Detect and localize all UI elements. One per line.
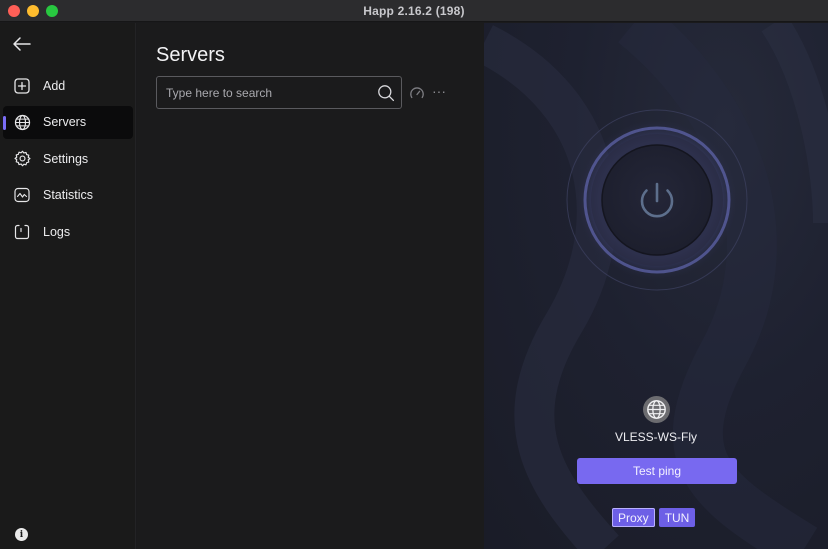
selected-server-name: VLESS-WS-Fly (614, 430, 697, 444)
sidebar-item-label: Settings (43, 151, 89, 166)
connection-panel: VLESS-WS-Fly Test ping Proxy TUN (484, 23, 828, 549)
sidebar-item-servers[interactable]: Servers (3, 105, 133, 139)
globe-icon (13, 113, 31, 131)
minimize-window-button[interactable] (27, 5, 39, 17)
sidebar-item-label: Statistics (43, 188, 94, 202)
sidebar-nav: Add Servers Settings Statistics Logs (3, 69, 133, 252)
power-button[interactable] (565, 108, 749, 292)
window-controls (8, 5, 58, 17)
tun-mode-button[interactable]: TUN (658, 508, 696, 527)
arrow-left-icon (13, 37, 31, 51)
sidebar-item-statistics[interactable]: Statistics (3, 179, 133, 212)
power-button-area (565, 108, 749, 292)
search-input[interactable] (166, 77, 376, 108)
sidebar-item-settings[interactable]: Settings (3, 142, 133, 175)
sidebar-item-label: Add (43, 78, 66, 93)
plus-square-icon (13, 77, 31, 95)
sidebar-item-label: Servers (43, 115, 87, 129)
sidebar: Add Servers Settings Statistics Logs i (0, 23, 136, 549)
proxy-mode-button[interactable]: Proxy (612, 508, 655, 527)
close-window-button[interactable] (8, 5, 20, 17)
info-button[interactable]: i (15, 528, 28, 541)
test-ping-button[interactable]: Test ping (577, 458, 737, 484)
maximize-window-button[interactable] (46, 5, 58, 17)
more-options-button[interactable]: ··· (432, 83, 448, 99)
search-icon[interactable] (377, 84, 395, 102)
title-bar: Happ 2.16.2 (198) (0, 0, 828, 22)
log-bracket-icon (13, 223, 31, 241)
page-title: Servers (156, 44, 225, 66)
speedometer-icon[interactable] (409, 85, 425, 101)
sidebar-item-add[interactable]: Add (3, 69, 133, 102)
server-globe-icon (643, 396, 670, 423)
window-title: Happ 2.16.2 (198) (363, 3, 465, 18)
gear-icon (13, 150, 31, 168)
back-button[interactable] (11, 35, 33, 53)
search-box (156, 76, 402, 109)
servers-main: Servers ··· (137, 23, 484, 549)
sidebar-item-logs[interactable]: Logs (3, 215, 133, 248)
sidebar-item-label: Logs (43, 224, 71, 239)
mode-toggle: Proxy TUN (612, 508, 696, 527)
activity-chart-icon (13, 186, 31, 204)
